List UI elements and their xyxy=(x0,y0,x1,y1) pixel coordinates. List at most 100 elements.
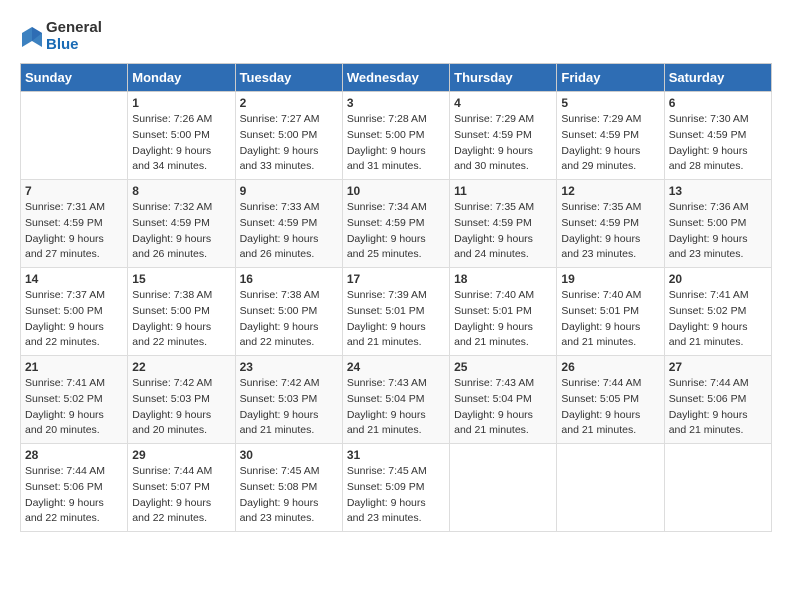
calendar-cell: 23 Sunrise: 7:42 AMSunset: 5:03 PMDayligh… xyxy=(235,356,342,444)
calendar-header-row: SundayMondayTuesdayWednesdayThursdayFrid… xyxy=(21,64,772,92)
logo: General Blue xyxy=(20,20,102,53)
calendar-cell: 30 Sunrise: 7:45 AMSunset: 5:08 PMDayligh… xyxy=(235,444,342,532)
day-info: Sunrise: 7:41 AMSunset: 5:02 PMDaylight:… xyxy=(25,376,123,439)
day-number: 24 xyxy=(347,360,445,374)
calendar-cell: 3 Sunrise: 7:28 AMSunset: 5:00 PMDaylight… xyxy=(342,92,449,180)
calendar-cell xyxy=(450,444,557,532)
calendar-cell: 24 Sunrise: 7:43 AMSunset: 5:04 PMDayligh… xyxy=(342,356,449,444)
calendar-cell xyxy=(21,92,128,180)
day-info: Sunrise: 7:44 AMSunset: 5:05 PMDaylight:… xyxy=(561,376,659,439)
day-info: Sunrise: 7:42 AMSunset: 5:03 PMDaylight:… xyxy=(132,376,230,439)
weekday-header: Monday xyxy=(128,64,235,92)
day-number: 1 xyxy=(132,96,230,110)
day-number: 14 xyxy=(25,272,123,286)
day-info: Sunrise: 7:33 AMSunset: 4:59 PMDaylight:… xyxy=(240,200,338,263)
calendar-cell: 25 Sunrise: 7:43 AMSunset: 5:04 PMDayligh… xyxy=(450,356,557,444)
calendar-cell xyxy=(664,444,771,532)
day-number: 12 xyxy=(561,184,659,198)
day-info: Sunrise: 7:32 AMSunset: 4:59 PMDaylight:… xyxy=(132,200,230,263)
day-number: 21 xyxy=(25,360,123,374)
day-number: 26 xyxy=(561,360,659,374)
calendar-cell: 26 Sunrise: 7:44 AMSunset: 5:05 PMDayligh… xyxy=(557,356,664,444)
day-info: Sunrise: 7:41 AMSunset: 5:02 PMDaylight:… xyxy=(669,288,767,351)
day-number: 20 xyxy=(669,272,767,286)
weekday-header: Saturday xyxy=(664,64,771,92)
calendar-week-row: 7 Sunrise: 7:31 AMSunset: 4:59 PMDaylight… xyxy=(21,180,772,268)
day-number: 23 xyxy=(240,360,338,374)
day-number: 2 xyxy=(240,96,338,110)
calendar-cell: 16Sunrise: 7:38 AMSunset: 5:00 PMDayligh… xyxy=(235,268,342,356)
day-info: Sunrise: 7:40 AMSunset: 5:01 PMDaylight:… xyxy=(454,288,552,351)
calendar-cell xyxy=(557,444,664,532)
logo-bird-icon xyxy=(20,23,44,51)
calendar-cell: 9Sunrise: 7:33 AMSunset: 4:59 PMDaylight… xyxy=(235,180,342,268)
day-info: Sunrise: 7:39 AMSunset: 5:01 PMDaylight:… xyxy=(347,288,445,351)
day-info: Sunrise: 7:38 AMSunset: 5:00 PMDaylight:… xyxy=(132,288,230,351)
calendar-cell: 4Sunrise: 7:29 AMSunset: 4:59 PMDaylight… xyxy=(450,92,557,180)
calendar-cell: 28Sunrise: 7:44 AMSunset: 5:06 PMDayligh… xyxy=(21,444,128,532)
day-number: 10 xyxy=(347,184,445,198)
day-number: 31 xyxy=(347,448,445,462)
day-info: Sunrise: 7:29 AMSunset: 4:59 PMDaylight:… xyxy=(561,112,659,175)
calendar-cell: 12 Sunrise: 7:35 AMSunset: 4:59 PMDayligh… xyxy=(557,180,664,268)
calendar-cell: 31Sunrise: 7:45 AMSunset: 5:09 PMDayligh… xyxy=(342,444,449,532)
day-number: 18 xyxy=(454,272,552,286)
day-info: Sunrise: 7:43 AMSunset: 5:04 PMDaylight:… xyxy=(347,376,445,439)
calendar-cell: 17Sunrise: 7:39 AMSunset: 5:01 PMDayligh… xyxy=(342,268,449,356)
day-number: 5 xyxy=(561,96,659,110)
day-number: 3 xyxy=(347,96,445,110)
calendar-cell: 2 Sunrise: 7:27 AMSunset: 5:00 PMDaylight… xyxy=(235,92,342,180)
day-info: Sunrise: 7:36 AMSunset: 5:00 PMDaylight:… xyxy=(669,200,767,263)
calendar-week-row: 28Sunrise: 7:44 AMSunset: 5:06 PMDayligh… xyxy=(21,444,772,532)
day-info: Sunrise: 7:35 AMSunset: 4:59 PMDaylight:… xyxy=(561,200,659,263)
day-number: 28 xyxy=(25,448,123,462)
day-info: Sunrise: 7:42 AMSunset: 5:03 PMDaylight:… xyxy=(240,376,338,439)
calendar-cell: 10 Sunrise: 7:34 AMSunset: 4:59 PMDayligh… xyxy=(342,180,449,268)
day-number: 6 xyxy=(669,96,767,110)
calendar-cell: 8Sunrise: 7:32 AMSunset: 4:59 PMDaylight… xyxy=(128,180,235,268)
page-header: General Blue xyxy=(20,20,772,53)
day-number: 15 xyxy=(132,272,230,286)
weekday-header: Tuesday xyxy=(235,64,342,92)
calendar-cell: 1 Sunrise: 7:26 AMSunset: 5:00 PMDaylight… xyxy=(128,92,235,180)
day-number: 4 xyxy=(454,96,552,110)
day-number: 27 xyxy=(669,360,767,374)
day-number: 19 xyxy=(561,272,659,286)
day-info: Sunrise: 7:45 AMSunset: 5:08 PMDaylight:… xyxy=(240,464,338,527)
calendar-week-row: 21 Sunrise: 7:41 AMSunset: 5:02 PMDayligh… xyxy=(21,356,772,444)
calendar-cell: 29Sunrise: 7:44 AMSunset: 5:07 PMDayligh… xyxy=(128,444,235,532)
day-info: Sunrise: 7:28 AMSunset: 5:00 PMDaylight:… xyxy=(347,112,445,175)
day-info: Sunrise: 7:31 AMSunset: 4:59 PMDaylight:… xyxy=(25,200,123,263)
weekday-header: Thursday xyxy=(450,64,557,92)
day-info: Sunrise: 7:27 AMSunset: 5:00 PMDaylight:… xyxy=(240,112,338,175)
weekday-header: Wednesday xyxy=(342,64,449,92)
calendar-cell: 21 Sunrise: 7:41 AMSunset: 5:02 PMDayligh… xyxy=(21,356,128,444)
day-number: 7 xyxy=(25,184,123,198)
day-info: Sunrise: 7:43 AMSunset: 5:04 PMDaylight:… xyxy=(454,376,552,439)
calendar-cell: 6 Sunrise: 7:30 AMSunset: 4:59 PMDaylight… xyxy=(664,92,771,180)
day-info: Sunrise: 7:44 AMSunset: 5:06 PMDaylight:… xyxy=(669,376,767,439)
calendar-cell: 20 Sunrise: 7:41 AMSunset: 5:02 PMDayligh… xyxy=(664,268,771,356)
calendar-cell: 19Sunrise: 7:40 AMSunset: 5:01 PMDayligh… xyxy=(557,268,664,356)
calendar-cell: 13 Sunrise: 7:36 AMSunset: 5:00 PMDayligh… xyxy=(664,180,771,268)
calendar-cell: 22 Sunrise: 7:42 AMSunset: 5:03 PMDayligh… xyxy=(128,356,235,444)
day-number: 30 xyxy=(240,448,338,462)
day-number: 13 xyxy=(669,184,767,198)
calendar-cell: 5 Sunrise: 7:29 AMSunset: 4:59 PMDaylight… xyxy=(557,92,664,180)
calendar-cell: 18 Sunrise: 7:40 AMSunset: 5:01 PMDayligh… xyxy=(450,268,557,356)
calendar-week-row: 1 Sunrise: 7:26 AMSunset: 5:00 PMDaylight… xyxy=(21,92,772,180)
day-info: Sunrise: 7:37 AMSunset: 5:00 PMDaylight:… xyxy=(25,288,123,351)
day-number: 25 xyxy=(454,360,552,374)
calendar-cell: 7 Sunrise: 7:31 AMSunset: 4:59 PMDaylight… xyxy=(21,180,128,268)
logo-text-blue: Blue xyxy=(46,37,102,54)
weekday-header: Sunday xyxy=(21,64,128,92)
day-info: Sunrise: 7:35 AMSunset: 4:59 PMDaylight:… xyxy=(454,200,552,263)
calendar-cell: 15 Sunrise: 7:38 AMSunset: 5:00 PMDayligh… xyxy=(128,268,235,356)
calendar-cell: 11Sunrise: 7:35 AMSunset: 4:59 PMDayligh… xyxy=(450,180,557,268)
day-info: Sunrise: 7:30 AMSunset: 4:59 PMDaylight:… xyxy=(669,112,767,175)
day-number: 22 xyxy=(132,360,230,374)
day-info: Sunrise: 7:34 AMSunset: 4:59 PMDaylight:… xyxy=(347,200,445,263)
calendar-cell: 27 Sunrise: 7:44 AMSunset: 5:06 PMDayligh… xyxy=(664,356,771,444)
calendar-cell: 14 Sunrise: 7:37 AMSunset: 5:00 PMDayligh… xyxy=(21,268,128,356)
day-info: Sunrise: 7:26 AMSunset: 5:00 PMDaylight:… xyxy=(132,112,230,175)
